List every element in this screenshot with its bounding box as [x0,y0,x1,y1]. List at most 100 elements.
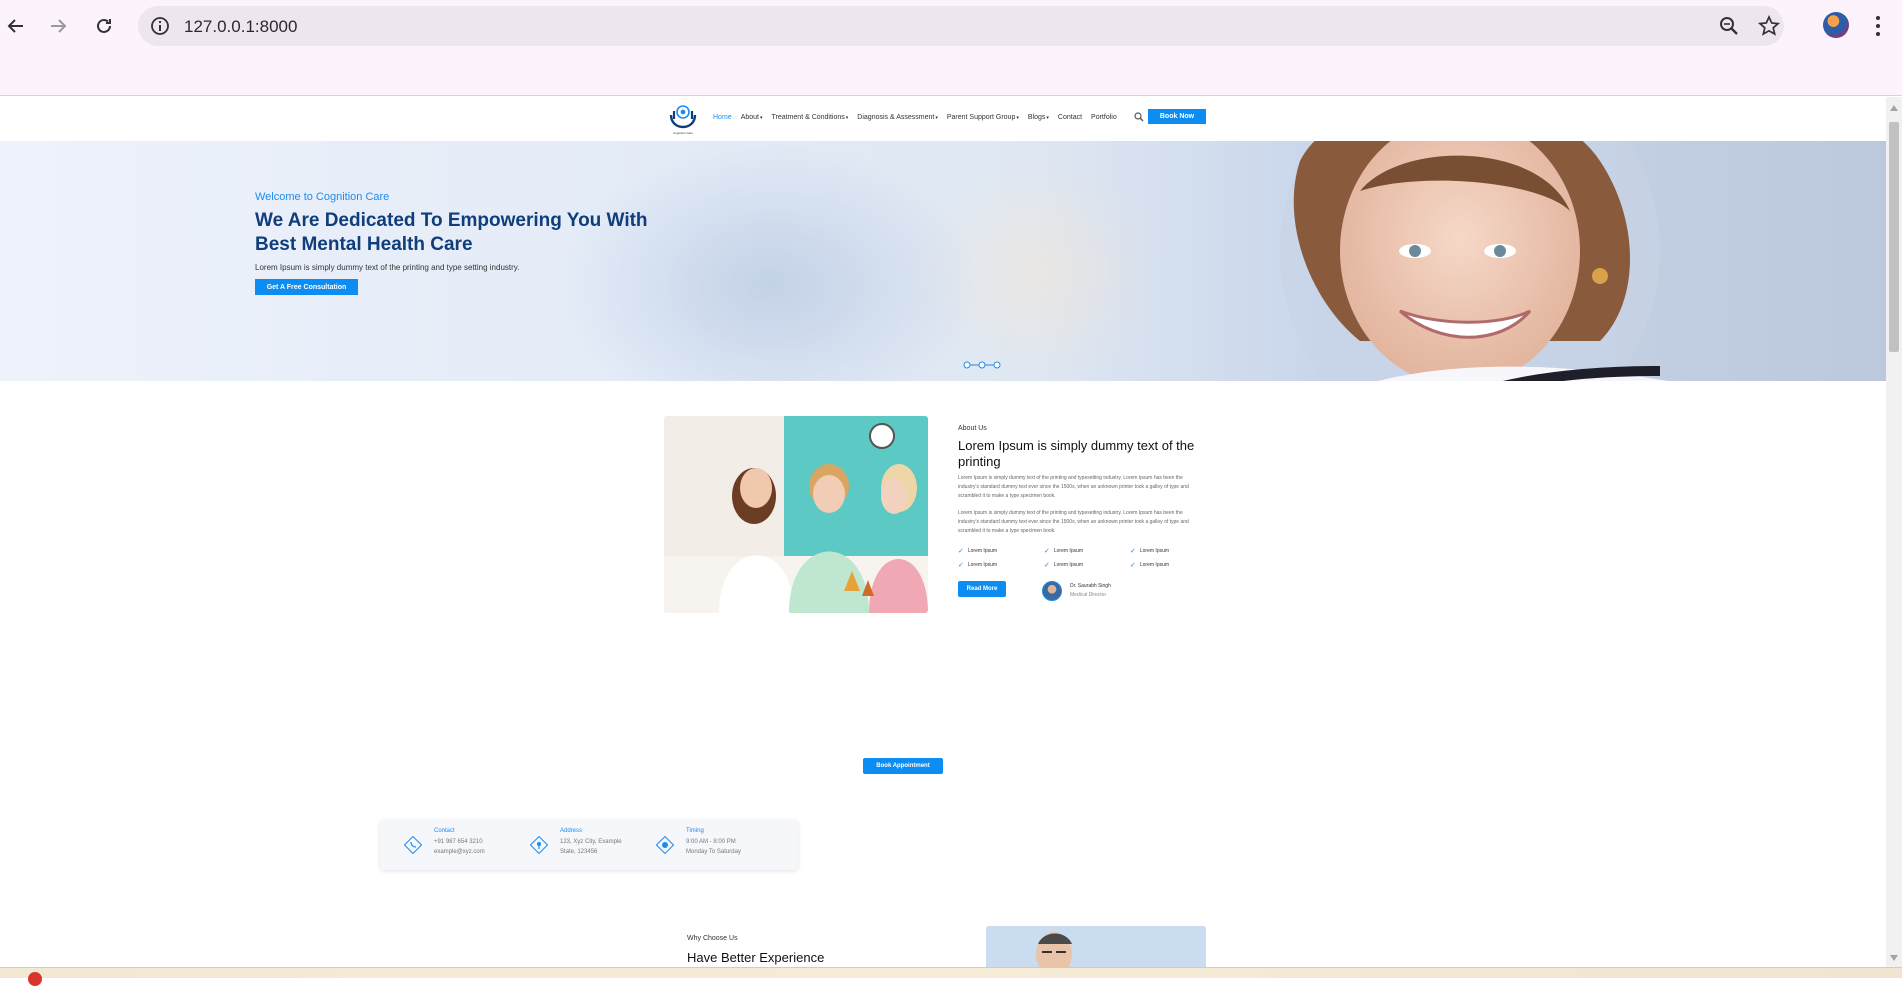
menu-label: Portfolio [1091,114,1117,121]
check-icon: ✓ [958,562,964,569]
timing-label: Timing [686,828,704,834]
taskbar-app-icon[interactable] [28,972,42,986]
menu-item-portfolio[interactable]: Portfolio [1091,114,1117,121]
page-viewport: Cognition Care Home About▾ Treatment & C… [0,97,1886,967]
address-bar[interactable]: 127.0.0.1:8000 [138,6,1784,46]
carousel-dot[interactable] [978,361,986,369]
clock-icon [656,836,674,854]
caret-down-icon: ▾ [1016,115,1019,121]
doctor-avatar [1042,581,1062,601]
address-line-1: 123, Xyz City, Example [560,839,622,845]
about-paragraph: Lorem Ipsum is simply dummy text of the … [958,475,1189,499]
read-more-button[interactable]: Read More [958,581,1006,597]
hero-title: We Are Dedicated To Empowering You With … [255,210,648,255]
browser-chrome: 127.0.0.1:8000 [0,0,1902,96]
checklist-label: Lorem Ipsum [1053,548,1084,554]
menu-label: Home [713,114,732,121]
menu-label: Diagnosis & Assessment [857,114,935,121]
about-paragraph: Lorem Ipsum is simply dummy text of the … [958,510,1189,534]
timing-days: Monday To Saturday [686,849,741,855]
back-button[interactable] [0,10,32,42]
book-appointment-button[interactable]: Book Appointment [863,758,943,774]
check-icon: ✓ [1130,562,1136,569]
checklist-label: Lorem Ipsum [1053,562,1084,568]
check-icon: ✓ [1044,548,1050,555]
url-text[interactable]: 127.0.0.1:8000 [184,17,297,37]
hero-doctor-image [1280,141,1668,381]
reload-button[interactable] [88,10,120,42]
zoom-icon[interactable] [1718,15,1740,37]
contact-label: Contact [434,828,455,834]
why-doctor-image [986,926,1206,967]
about-eyebrow: About Us [958,425,987,432]
menu-item-blogs[interactable]: Blogs▾ [1028,114,1049,121]
more-menu-icon[interactable] [1868,12,1888,40]
free-consultation-button[interactable]: Get A Free Consultation [255,279,358,295]
check-icon: ✓ [958,548,964,555]
reload-icon [97,18,111,33]
menu-item-home[interactable]: Home [713,114,732,121]
address-line-2: State, 123456 [560,849,598,855]
checklist-item: ✓ Lorem Ipsum [958,561,1044,569]
location-pin-icon [530,836,548,854]
hero-banner: Welcome to Cognition Care We Are Dedicat… [0,141,1886,381]
forward-button[interactable] [42,10,74,42]
site-logo[interactable]: Cognition Care [668,101,698,135]
site-navbar: Cognition Care Home About▾ Treatment & C… [0,97,1886,141]
scroll-down-arrow-icon[interactable] [1890,955,1898,961]
menu-item-parent-support[interactable]: Parent Support Group▾ [947,114,1019,121]
phone-icon [404,836,422,854]
caret-down-icon: ▾ [1046,115,1049,121]
menu-item-treatment[interactable]: Treatment & Conditions▾ [772,114,849,121]
checklist-item: ✓ Lorem Ipsum [1130,561,1198,569]
hero-background-blur [920,161,1160,381]
contact-phone[interactable]: +91 987 654 3210 [434,839,483,845]
check-icon: ✓ [1130,548,1136,555]
hero-eyebrow: Welcome to Cognition Care [255,191,390,203]
doctor-name: Dr. Saurabh Singh [1070,583,1111,589]
menu-label: Treatment & Conditions [771,114,845,121]
checklist-label: Lorem Ipsum [1139,562,1170,568]
hero-background-blur [560,141,980,381]
scroll-up-arrow-icon[interactable] [1890,105,1898,111]
logo-tagline: Cognition Care [672,131,693,135]
arrow-right-icon [51,19,67,33]
contact-email[interactable]: example@xyz.com [434,849,485,855]
main-menu: Home About▾ Treatment & Conditions▾ Diag… [713,114,1117,121]
doctor-role: Medical Director [1070,592,1107,598]
site-info-icon[interactable] [150,16,170,36]
menu-label: Blogs [1027,114,1046,121]
menu-label: Parent Support Group [946,114,1016,121]
search-icon[interactable] [1134,112,1144,122]
about-title: Lorem Ipsum is simply dummy text of the … [958,438,1195,469]
menu-item-contact[interactable]: Contact [1058,114,1082,121]
checklist-item: ✓ Lorem Ipsum [958,547,1044,555]
brain-hands-logo-icon [669,105,697,129]
bookmark-star-icon[interactable] [1758,15,1780,37]
scrollbar-thumb[interactable] [1889,122,1899,352]
carousel-pagination[interactable] [962,361,1002,369]
checklist-label: Lorem Ipsum [967,548,998,554]
checklist-item: ✓ Lorem Ipsum [1044,561,1130,569]
menu-item-diagnosis[interactable]: Diagnosis & Assessment▾ [857,114,938,121]
page-scrollbar[interactable] [1886,97,1902,967]
carousel-dot[interactable] [993,361,1001,369]
contact-info-card: Contact +91 987 654 3210 example@xyz.com… [380,820,798,870]
checklist-label: Lorem Ipsum [967,562,998,568]
profile-avatar[interactable] [1823,12,1849,38]
address-label: Address [560,828,583,834]
checklist-label: Lorem Ipsum [1139,548,1170,554]
caret-down-icon: ▾ [935,115,938,121]
why-eyebrow: Why Choose Us [687,935,738,942]
menu-item-about[interactable]: About▾ [741,114,763,121]
caret-down-icon: ▾ [759,115,763,121]
book-now-button[interactable]: Book Now [1148,109,1206,124]
menu-label: Contact [1057,114,1083,121]
checklist-item: ✓ Lorem Ipsum [1044,547,1130,555]
hero-lead: Lorem Ipsum is simply dummy text of the … [255,263,520,272]
arrow-left-icon [7,19,23,33]
why-title: Have Better Experience [687,950,825,965]
carousel-dot[interactable] [963,361,971,369]
caret-down-icon: ▾ [845,115,849,121]
menu-label: About [740,114,759,121]
